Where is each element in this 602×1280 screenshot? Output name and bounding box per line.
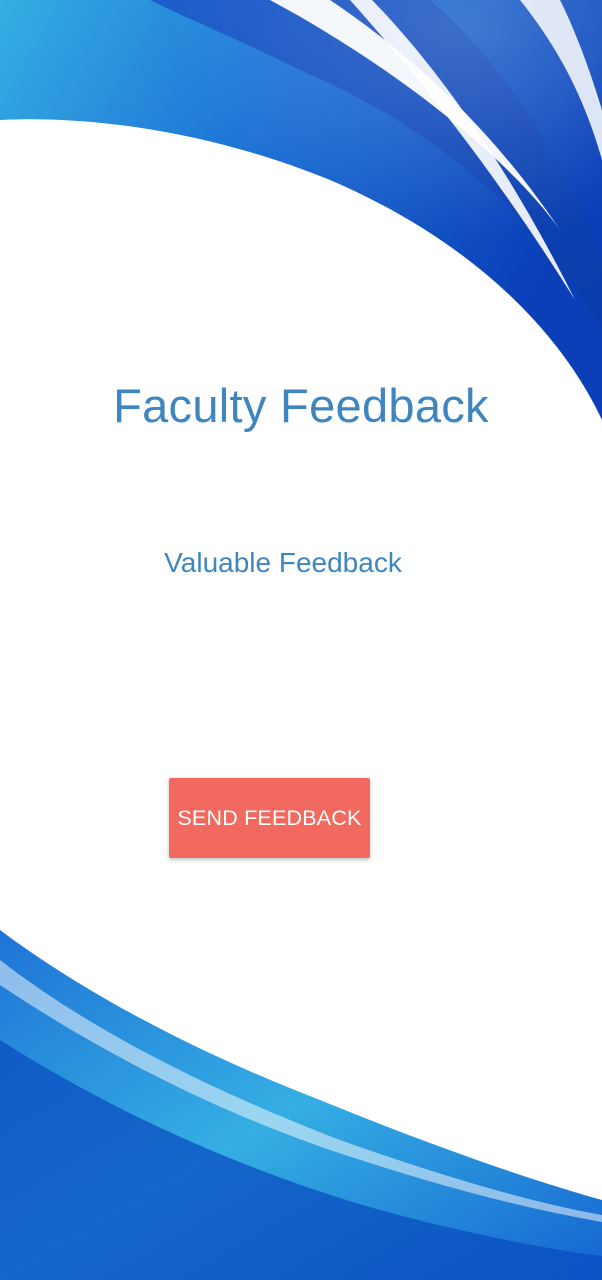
wave-background-image: [0, 0, 602, 1280]
subtitle-text: Valuable Feedback: [164, 547, 402, 578]
page-title: Faculty Feedback: [113, 379, 489, 432]
feedback-screen: Faculty Feedback Valuable Feedback SEND …: [0, 0, 602, 1280]
send-feedback-button[interactable]: SEND FEEDBACK: [169, 778, 370, 858]
